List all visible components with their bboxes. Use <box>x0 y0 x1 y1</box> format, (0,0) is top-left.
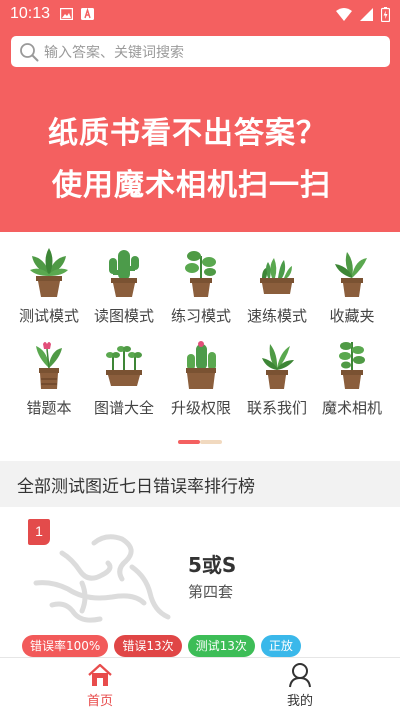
home-icon <box>88 663 112 686</box>
menu-item-wrong-book[interactable]: 错题本 <box>11 332 87 418</box>
status-time: 10:13 <box>10 5 51 22</box>
image-icon <box>60 8 74 20</box>
test-count-tag: 测试13次 <box>187 635 255 657</box>
signal-icon <box>360 7 373 21</box>
menu-item-practice-mode[interactable]: 练习模式 <box>163 240 239 326</box>
feature-row: 测试模式 读图模式 练习模式 速练模式 收藏夹 <box>0 240 400 332</box>
seedling-icon <box>106 346 142 386</box>
page-indicator <box>178 440 222 444</box>
menu-item-contact[interactable]: 联系我们 <box>239 332 315 418</box>
hero-banner[interactable]: 输入答案、关键词搜索 纸质书看不出答案？ 使用魔术相机扫一扫 <box>0 28 400 232</box>
search-input[interactable]: 输入答案、关键词搜索 <box>44 42 184 62</box>
hero-subheadline: 使用魔术相机扫一扫 <box>52 168 331 203</box>
orientation-tag: 正放 <box>260 635 301 657</box>
menu-item-read-mode[interactable]: 读图模式 <box>86 240 162 326</box>
tab-home-label: 首页 <box>86 694 113 709</box>
cactus-icon <box>109 250 139 297</box>
page-indicator-active <box>178 440 200 444</box>
tab-home[interactable]: 首页 <box>0 658 200 711</box>
bottom-tab-bar: 首页 我的 <box>0 657 400 711</box>
error-count-tag: 错误13次 <box>114 635 182 657</box>
battery-charging-icon <box>381 6 390 22</box>
tab-mine[interactable]: 我的 <box>200 658 400 711</box>
wifi-icon <box>336 7 352 21</box>
tag-list: 错误率100% 错误13次 测试13次 正放 <box>22 635 301 657</box>
menu-item-test-mode[interactable]: 测试模式 <box>11 240 87 326</box>
menu-item-favorites[interactable]: 收藏夹 <box>314 240 390 326</box>
status-bar: 10:13 <box>0 0 400 28</box>
menu-item-magic-camera[interactable]: 魔术相机 <box>314 332 390 418</box>
item-subtitle: 第四套 <box>188 583 234 601</box>
plant-icon <box>30 248 68 297</box>
hero-headline: 纸质书看不出答案？ <box>48 116 327 151</box>
app-notification-icon <box>81 8 95 20</box>
plant-icon <box>185 251 216 297</box>
feature-row: 错题本 图谱大全 升级权限 联系我们 魔术相机 <box>0 332 400 424</box>
tulip-icon <box>36 342 62 389</box>
plant-icon <box>339 342 365 389</box>
ranking-section-title: 全部测试图近七日错误率排行榜 <box>0 461 400 507</box>
menu-item-speed-mode[interactable]: 速练模式 <box>239 240 315 326</box>
plant-icon <box>262 344 294 389</box>
rank-badge: 1 <box>28 519 50 545</box>
search-bar[interactable]: 输入答案、关键词搜索 <box>11 36 390 67</box>
succulent-icon <box>260 258 294 294</box>
plant-icon <box>335 252 367 297</box>
search-icon <box>20 42 39 61</box>
menu-item-atlas[interactable]: 图谱大全 <box>86 332 162 418</box>
page-indicator-inactive <box>200 440 222 444</box>
item-title: 5或S <box>188 553 237 577</box>
user-icon <box>289 663 311 688</box>
error-rate-tag: 错误率100% <box>22 635 109 657</box>
ranking-card[interactable]: 1 5或S 第四套 错误率100% 错误13次 测试13次 正放 <box>0 507 400 657</box>
tab-mine-label: 我的 <box>286 694 313 709</box>
cactus-icon <box>186 341 216 389</box>
menu-item-upgrade[interactable]: 升级权限 <box>163 332 239 418</box>
